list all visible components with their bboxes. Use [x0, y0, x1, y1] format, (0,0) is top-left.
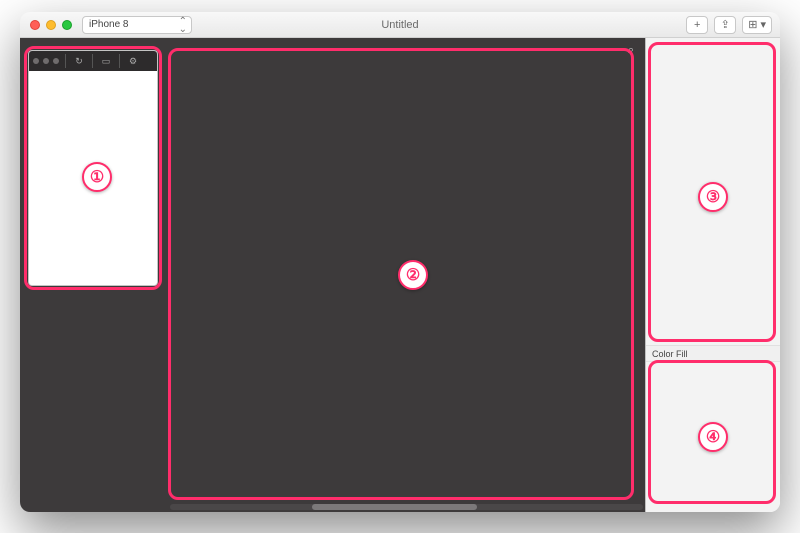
simulator-screen[interactable] — [29, 71, 157, 285]
device-select[interactable]: iPhone 8 ⌃⌄ — [82, 16, 192, 34]
sim-dot-icon — [43, 58, 49, 64]
inspector-panel: Color Fill — [646, 38, 780, 512]
minimize-icon[interactable] — [46, 20, 56, 30]
search-icon[interactable]: ⌕ — [623, 42, 639, 58]
inspector-bottom-section[interactable] — [646, 362, 780, 512]
add-button[interactable]: + — [686, 16, 708, 34]
sim-dot-icon — [33, 58, 39, 64]
simulator-panel: ↻ ▭ ⚙ — [28, 50, 158, 286]
canvas-area[interactable]: ⌕ ↻ ▭ ⚙ — [20, 38, 646, 512]
window-controls — [20, 20, 72, 30]
scrollbar-thumb[interactable] — [312, 504, 478, 510]
sim-dot-icon — [53, 58, 59, 64]
plus-icon: + — [694, 19, 700, 31]
share-icon: ⇪ — [721, 18, 730, 31]
share-button[interactable]: ⇪ — [714, 16, 736, 34]
layout-button[interactable]: ⊞ ▾ — [742, 16, 772, 34]
inspector-section-label: Color Fill — [652, 349, 688, 359]
align-icon[interactable]: ▭ — [99, 54, 113, 68]
horizontal-scrollbar[interactable] — [170, 504, 643, 510]
settings-icon[interactable]: ⚙ — [126, 54, 140, 68]
inspector-section-header: Color Fill — [646, 346, 780, 362]
inspector-top-section[interactable] — [646, 38, 780, 346]
close-icon[interactable] — [30, 20, 40, 30]
app-window: iPhone 8 ⌃⌄ Untitled + ⇪ ⊞ ▾ ⌕ — [20, 12, 780, 512]
chevron-updown-icon: ⌃⌄ — [179, 18, 187, 34]
zoom-icon[interactable] — [62, 20, 72, 30]
device-select-label: iPhone 8 — [89, 19, 128, 30]
titlebar: iPhone 8 ⌃⌄ Untitled + ⇪ ⊞ ▾ — [20, 12, 780, 38]
simulator-toolbar: ↻ ▭ ⚙ — [29, 51, 157, 71]
layout-icon: ⊞ ▾ — [748, 18, 766, 31]
rotate-icon[interactable]: ↻ — [72, 54, 86, 68]
annotation-region-2 — [168, 48, 634, 500]
